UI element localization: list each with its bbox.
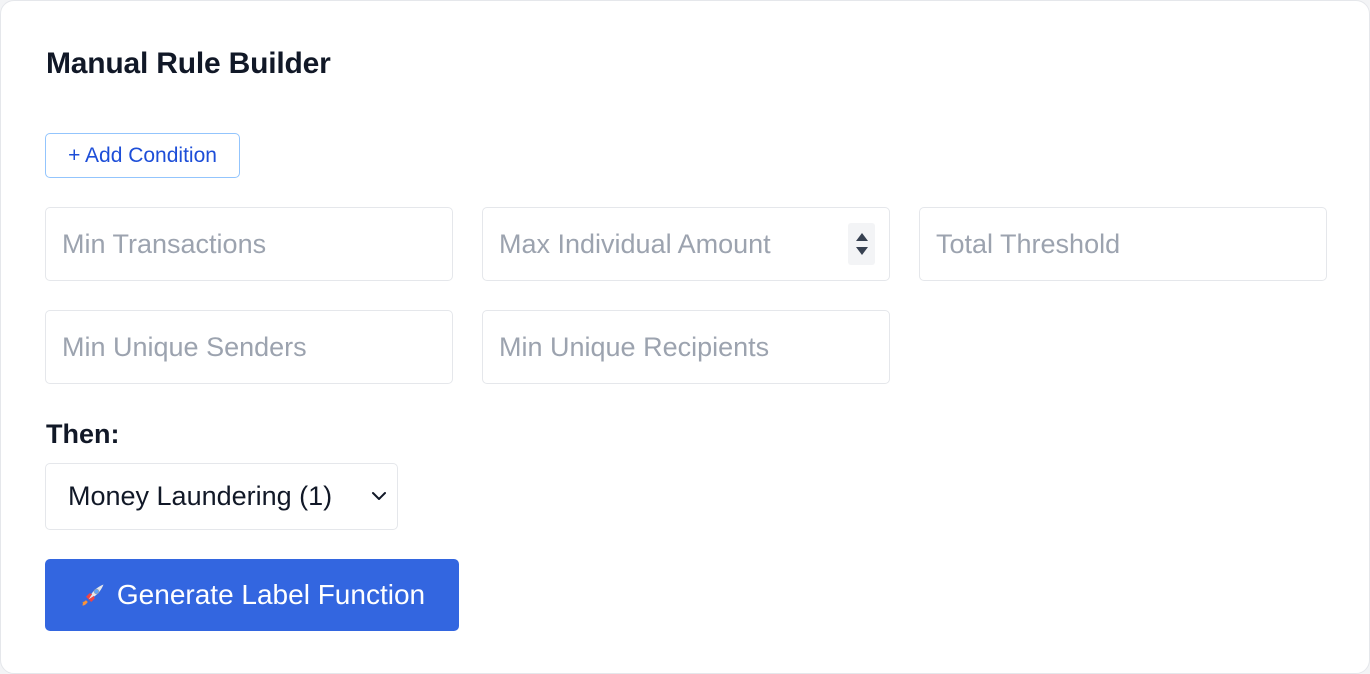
label-select-value: Money Laundering (1): [68, 481, 333, 511]
min-unique-recipients-input[interactable]: [482, 310, 890, 384]
generate-button-label: Generate Label Function: [116, 579, 426, 610]
stepper-down-icon[interactable]: [855, 247, 868, 255]
min-transactions-input[interactable]: [45, 207, 453, 281]
generate-label-function-button[interactable]: Generate Label Function: [45, 559, 459, 631]
rocket-icon: [82, 584, 104, 606]
number-stepper[interactable]: [848, 223, 875, 265]
label-select[interactable]: Money Laundering (1): [45, 463, 398, 530]
max-individual-amount-input[interactable]: [482, 207, 890, 281]
chevron-down-icon: [372, 492, 386, 500]
total-threshold-input[interactable]: [919, 207, 1327, 281]
add-condition-button[interactable]: + Add Condition: [45, 133, 240, 178]
rule-builder-panel: Manual Rule Builder + Add Condition Then…: [0, 0, 1370, 674]
min-unique-senders-input[interactable]: [45, 310, 453, 384]
then-label: Then:: [46, 419, 120, 449]
stepper-up-icon[interactable]: [855, 233, 868, 241]
panel-title: Manual Rule Builder: [46, 47, 331, 80]
